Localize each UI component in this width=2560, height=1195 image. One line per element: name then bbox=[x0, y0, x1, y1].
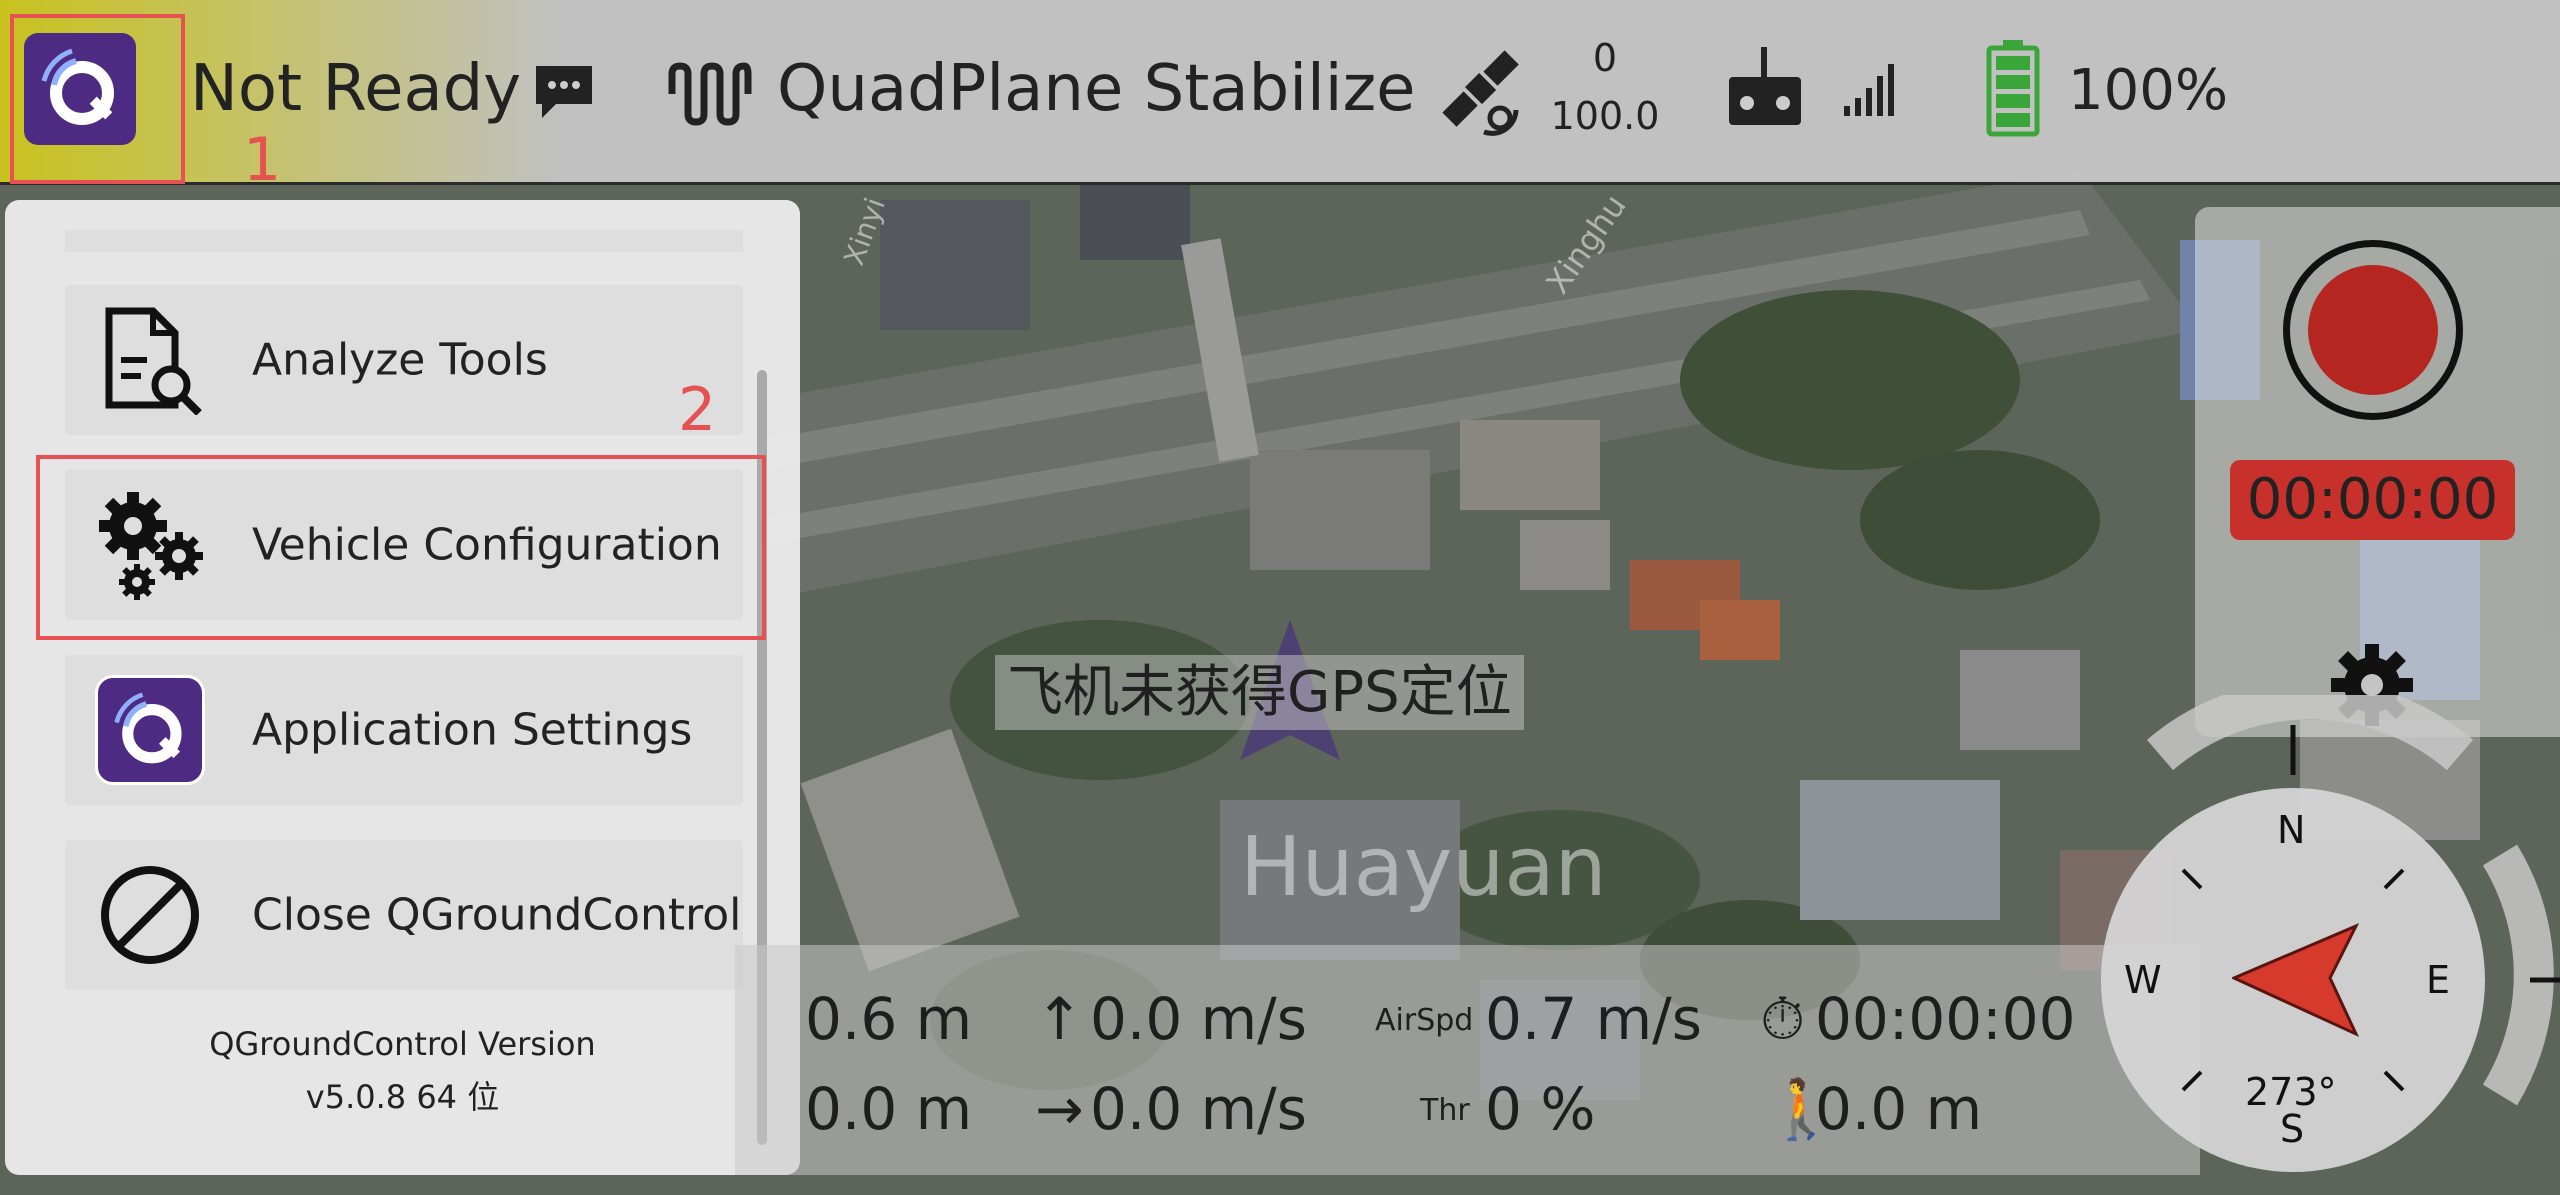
rc-transmitter-icon[interactable] bbox=[1725, 45, 1805, 129]
annotation-box-1 bbox=[10, 14, 185, 184]
menu-item-label: Close QGroundControl bbox=[252, 889, 742, 941]
distance-to-home-value: 0.0 m bbox=[1815, 1075, 1983, 1143]
airspeed-label: AirSpd bbox=[1375, 1003, 1474, 1038]
flight-time-value: 00:00:00 bbox=[1815, 985, 2076, 1053]
drawer-top-cutoff bbox=[65, 230, 743, 252]
altitude-value: 0.6 m bbox=[805, 985, 973, 1053]
flight-mode-icon[interactable] bbox=[668, 62, 752, 126]
menu-item-label: Analyze Tools bbox=[252, 334, 548, 386]
right-arrow-icon: → bbox=[1035, 1075, 1084, 1143]
gps-satellite-count: 0 bbox=[1592, 36, 1618, 80]
battery-icon[interactable] bbox=[1985, 38, 2041, 138]
satellite-icon[interactable] bbox=[1432, 40, 1532, 140]
analyze-icon bbox=[105, 307, 202, 415]
up-arrow-icon: ↑ bbox=[1035, 985, 1084, 1053]
heading-arrow-icon bbox=[2232, 923, 2360, 1038]
app-menu-drawer: Analyze Tools Vehicle Configuration Appl… bbox=[5, 200, 800, 1175]
version-label: QGroundControl Version bbox=[209, 1025, 596, 1063]
messages-icon[interactable] bbox=[532, 62, 596, 122]
top-toolbar: 1 Not Ready QuadPlane Stabilize 0 100.0 bbox=[0, 0, 2560, 195]
version-value: v5.0.8 64 位 bbox=[305, 1078, 500, 1116]
qgc-logo-icon bbox=[95, 675, 205, 785]
annotation-number-1: 1 bbox=[243, 125, 282, 195]
menu-item-label: Application Settings bbox=[252, 704, 693, 756]
telemetry-panel: 0.6 m ↑ 0.0 m/s AirSpd 0.7 m/s ⏱ 00:00:0… bbox=[735, 945, 2200, 1175]
flight-mode[interactable]: QuadPlane Stabilize bbox=[777, 52, 1416, 126]
gps-status-message: 飞机未获得GPS定位 bbox=[995, 655, 1524, 730]
record-button[interactable] bbox=[2283, 240, 2463, 420]
battery-percent: 100% bbox=[2068, 58, 2229, 123]
throttle-value: 0 % bbox=[1485, 1075, 1596, 1143]
record-dot bbox=[2308, 265, 2438, 395]
distance-value: 0.0 m bbox=[805, 1075, 973, 1143]
prohibit-icon bbox=[101, 866, 199, 964]
vehicle-status[interactable]: Not Ready bbox=[190, 52, 521, 126]
compass-heading: 273° bbox=[2245, 1070, 2337, 1114]
rc-signal-icon bbox=[1844, 64, 1894, 116]
menu-item-application-settings[interactable]: Application Settings bbox=[65, 655, 743, 805]
map-place-label: Huayuan bbox=[1240, 820, 1607, 915]
gps-hdop: 100.0 bbox=[1550, 94, 1660, 138]
climb-rate-value: 0.0 m/s bbox=[1090, 985, 1307, 1053]
throttle-label: Thr bbox=[1420, 1093, 1470, 1128]
annotation-box-2 bbox=[36, 455, 766, 640]
airspeed-value: 0.7 m/s bbox=[1485, 985, 1702, 1053]
menu-item-close-qgroundcontrol[interactable]: Close QGroundControl bbox=[65, 840, 743, 990]
recording-time: 00:00:00 bbox=[2230, 460, 2515, 540]
menu-item-analyze-tools[interactable]: Analyze Tools bbox=[65, 285, 743, 435]
ground-speed-value: 0.0 m/s bbox=[1090, 1075, 1307, 1143]
annotation-number-2: 2 bbox=[678, 375, 717, 445]
timer-icon: ⏱ bbox=[1760, 985, 1806, 1053]
